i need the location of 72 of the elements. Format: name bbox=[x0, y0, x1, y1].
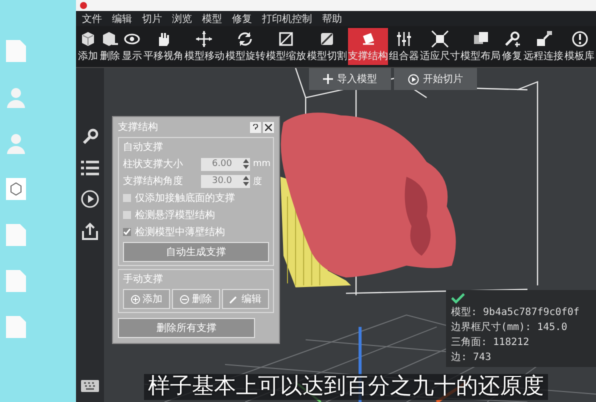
panel-title: 支撑结构 bbox=[118, 120, 159, 134]
spin-field[interactable]: 6.00 bbox=[201, 158, 250, 170]
menu-item[interactable]: 切片 bbox=[142, 12, 162, 26]
field-label: 柱状支撑大小 bbox=[123, 158, 184, 171]
play-icon bbox=[408, 74, 419, 84]
info-text: 边: 743 bbox=[451, 350, 492, 364]
toolbar-button[interactable]: 模型移动 bbox=[184, 28, 225, 65]
close-button[interactable] bbox=[263, 122, 274, 132]
group-title: 自动支撑 bbox=[123, 140, 164, 154]
checkbox[interactable] bbox=[123, 211, 131, 219]
play-icon[interactable] bbox=[81, 190, 99, 208]
toolbar-button[interactable]: 模板库 bbox=[564, 28, 595, 65]
menu-item[interactable]: 模型 bbox=[202, 12, 222, 26]
spin-arrows-icon bbox=[243, 158, 249, 170]
rotate-icon bbox=[236, 30, 254, 48]
check-icon bbox=[451, 293, 465, 304]
keyboard-icon[interactable] bbox=[81, 380, 99, 392]
minus-circle-icon bbox=[180, 294, 189, 304]
remote-icon bbox=[534, 30, 553, 48]
wireframe-line bbox=[294, 68, 306, 98]
menu-item[interactable]: 打印机控制 bbox=[262, 12, 312, 26]
list-icon[interactable] bbox=[81, 160, 99, 176]
menu-item[interactable]: 文件 bbox=[82, 12, 102, 26]
check-icon bbox=[123, 228, 131, 236]
fit-icon bbox=[430, 30, 449, 48]
pencil-icon bbox=[229, 294, 238, 304]
info-text: 三角面: 118212 bbox=[451, 336, 530, 349]
close-icon bbox=[265, 124, 272, 130]
toolbar-button[interactable]: 平移视角 bbox=[143, 28, 184, 65]
toolbar-button[interactable]: 模型缩放 bbox=[266, 28, 307, 65]
move-icon bbox=[195, 30, 214, 48]
toolbar-button[interactable]: 模型切割 bbox=[306, 28, 348, 65]
toolbar-button[interactable]: 模型布局 bbox=[460, 28, 502, 65]
plus-circle-icon bbox=[130, 294, 140, 304]
subtitle-caption: 样子基本上可以达到百分之九十的还原度 bbox=[144, 374, 548, 400]
toolbar-button[interactable]: 支撑结构 bbox=[348, 28, 388, 65]
menu-item[interactable]: 帮助 bbox=[322, 12, 342, 26]
toolbar-button[interactable]: 远程连接 bbox=[523, 28, 564, 65]
toolbar-button[interactable]: 添加 bbox=[77, 28, 99, 65]
sliders-icon bbox=[394, 30, 413, 48]
unit-label: 度 bbox=[253, 176, 263, 188]
viewport-button[interactable]: 开始切片 bbox=[394, 68, 477, 90]
app-icon bbox=[80, 2, 87, 9]
cube-minus-icon bbox=[101, 30, 119, 48]
toolbar-button[interactable]: 修复 bbox=[501, 28, 524, 65]
toolbar-button[interactable]: 适应尺寸 bbox=[419, 28, 460, 65]
field-label: 支撑结构角度 bbox=[123, 174, 184, 188]
checkbox[interactable] bbox=[123, 228, 131, 236]
menu-item[interactable]: 修复 bbox=[232, 12, 252, 26]
plus-icon bbox=[323, 74, 333, 84]
info-text: 边界框尺寸(mm): 145.0 bbox=[451, 320, 568, 334]
menu-item[interactable]: 编辑 bbox=[112, 12, 132, 26]
toolbar-button[interactable]: 显示 bbox=[121, 28, 143, 65]
exclamation-icon bbox=[570, 30, 589, 48]
viewport-button[interactable]: 导入模型 bbox=[309, 68, 391, 90]
3d-viewport[interactable]: 导入模型 开始切片 支撑结构 自动支撑 柱状支撑大小 6.00 mm 支撑结构角度 30.0 度 仅添加接触底面的支撑 检测悬浮模型结构 检测模型中薄壁结构 自动生成支撑 手动支撑 添加 删除 编辑 删除所有支撑 模型: 9b4a5c787f9c0f0f 边界框尺寸(mm): 145.0 三角面: 118212 边: 743 样子基本上可以达到百分之九十的还原度 bbox=[104, 68, 596, 402]
toolbar-button[interactable]: 组合器 bbox=[388, 28, 420, 65]
toolbar-button[interactable]: 模型旋转 bbox=[224, 28, 266, 65]
toolbar-button[interactable]: 删除 bbox=[99, 28, 121, 65]
cube-icon bbox=[79, 30, 97, 48]
help-button[interactable] bbox=[250, 122, 261, 132]
info-text: 模型: 9b4a5c787f9c0f0f bbox=[451, 306, 580, 319]
menu-item[interactable]: 浏览 bbox=[172, 12, 192, 26]
group-title: 手动支撑 bbox=[123, 272, 164, 286]
box-icon[interactable] bbox=[6, 178, 26, 200]
scale-icon bbox=[277, 30, 296, 48]
export-icon[interactable] bbox=[81, 222, 99, 240]
spin-field[interactable]: 30.0 bbox=[201, 174, 250, 188]
unit-label: mm bbox=[253, 159, 269, 169]
help-icon bbox=[252, 124, 259, 130]
spin-arrows-icon bbox=[243, 175, 249, 187]
checkbox[interactable] bbox=[123, 194, 131, 202]
